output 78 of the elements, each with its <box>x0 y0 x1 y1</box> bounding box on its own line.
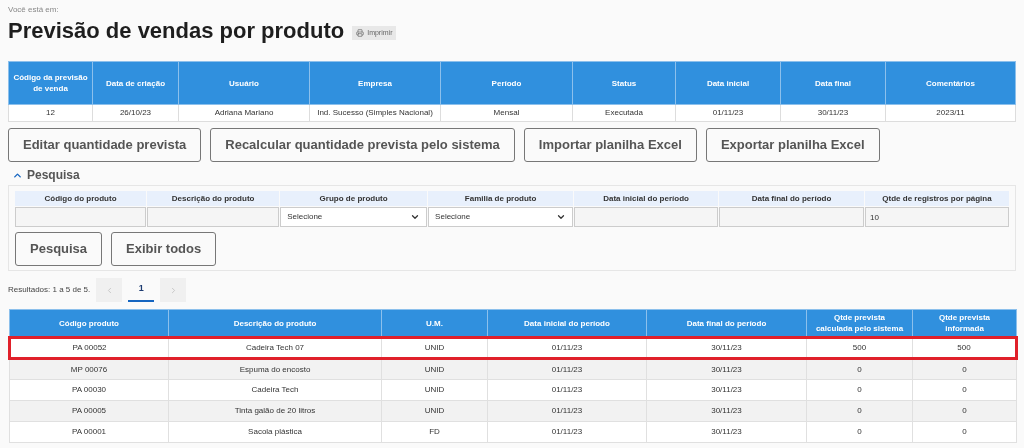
table-cell: Executada <box>572 104 676 122</box>
table-cell: UNID <box>381 400 488 422</box>
text-field[interactable] <box>574 207 719 227</box>
select-value: Selecione <box>435 211 471 223</box>
page-button[interactable]: 1 <box>128 278 155 302</box>
table-cell: PA 00030 <box>9 379 169 401</box>
previous-page-button[interactable] <box>96 278 123 302</box>
field-label: Código do produto <box>15 191 147 206</box>
table-cell: Adriana Mariano <box>178 104 310 122</box>
column-header: Data inicial <box>675 61 781 105</box>
table-cell: 30/11/23 <box>646 379 807 401</box>
chevron-down-icon <box>556 212 567 222</box>
table-cell: 01/11/23 <box>487 400 647 422</box>
breadcrumb: Você está em: <box>8 4 60 14</box>
next-page-button[interactable] <box>160 278 187 302</box>
table-cell: 0 <box>806 379 913 401</box>
column-header: Data de criação <box>92 61 179 105</box>
select-field[interactable]: Selecione <box>428 207 574 227</box>
table-cell: 0 <box>912 379 1017 401</box>
table-cell: UNID <box>381 358 488 380</box>
table-cell: Cadeira Tech <box>168 379 382 401</box>
select-field[interactable]: Selecione <box>280 207 428 227</box>
table-cell: 0 <box>806 358 913 380</box>
table-cell: 01/11/23 <box>487 379 647 401</box>
chevron-down-icon <box>410 212 421 222</box>
column-header: Comentários <box>885 61 1016 105</box>
table-cell: 30/11/23 <box>780 104 886 122</box>
table-cell: 01/11/23 <box>675 104 781 122</box>
table-cell: 30/11/23 <box>646 400 807 422</box>
action-button[interactable]: Importar planilha Excel <box>523 128 697 162</box>
text-field[interactable] <box>147 207 280 227</box>
table-cell: 2023/11 <box>885 104 1016 122</box>
table-cell: Mensal <box>440 104 573 122</box>
table-cell: 0 <box>806 421 913 443</box>
table-cell: PA 00001 <box>9 421 169 443</box>
table-cell: 30/11/23 <box>646 358 807 380</box>
page-title: Previsão de vendas por produto <box>8 20 345 42</box>
action-button[interactable]: Editar quantidade prevista <box>8 128 202 162</box>
column-header: Empresa <box>309 61 441 105</box>
field-label: Data inicial do período <box>574 191 719 206</box>
action-button[interactable]: Exportar planilha Excel <box>705 128 880 162</box>
table-cell: 01/11/23 <box>487 421 647 443</box>
table-cell: Sacola plástica <box>168 421 382 443</box>
table-cell: 26/10/23 <box>92 104 179 122</box>
table-cell: UNID <box>381 379 488 401</box>
search-button[interactable]: Exibir todos <box>111 232 217 266</box>
table-cell: 12 <box>8 104 93 122</box>
select-value: Selecione <box>287 211 323 223</box>
table-cell: Tinta galão de 20 litros <box>168 400 382 422</box>
text-field[interactable] <box>719 207 864 227</box>
table-cell: Espuma do encosto <box>168 358 382 380</box>
search-button[interactable]: Pesquisa <box>15 232 103 266</box>
search-section-toggle[interactable]: Pesquisa <box>12 167 80 183</box>
table-cell: PA 00005 <box>9 400 169 422</box>
table-cell: 30/11/23 <box>646 421 807 443</box>
text-field[interactable]: 10 <box>865 207 1009 227</box>
column-header: Período <box>440 61 573 105</box>
text-field[interactable] <box>15 207 147 227</box>
field-label: Grupo de produto <box>280 191 428 206</box>
table-cell: FD <box>381 421 488 443</box>
field-label: Familia de produto <box>428 191 574 206</box>
table-cell: MP 00076 <box>9 358 169 380</box>
table-cell: 0 <box>912 358 1017 380</box>
printer-icon <box>356 29 365 37</box>
column-header: Data final <box>780 61 886 105</box>
field-label: Qtde de registros por página <box>865 191 1009 206</box>
results-summary: Resultados: 1 a 5 de 5. <box>8 284 91 296</box>
field-label: Data final do período <box>719 191 864 206</box>
field-label: Descrição do produto <box>147 191 280 206</box>
column-header: Usuário <box>178 61 310 105</box>
action-button[interactable]: Recalcular quantidade prevista pelo sistema <box>210 128 515 162</box>
column-header: Código da previsão de venda <box>8 61 93 105</box>
table-cell: 01/11/23 <box>487 358 647 380</box>
table-cell: 0 <box>912 400 1017 422</box>
table-cell: Ind. Sucesso (Simples Nacional) <box>309 104 441 122</box>
column-header: Status <box>572 61 676 105</box>
table-cell: 0 <box>912 421 1017 443</box>
table-cell: 0 <box>806 400 913 422</box>
